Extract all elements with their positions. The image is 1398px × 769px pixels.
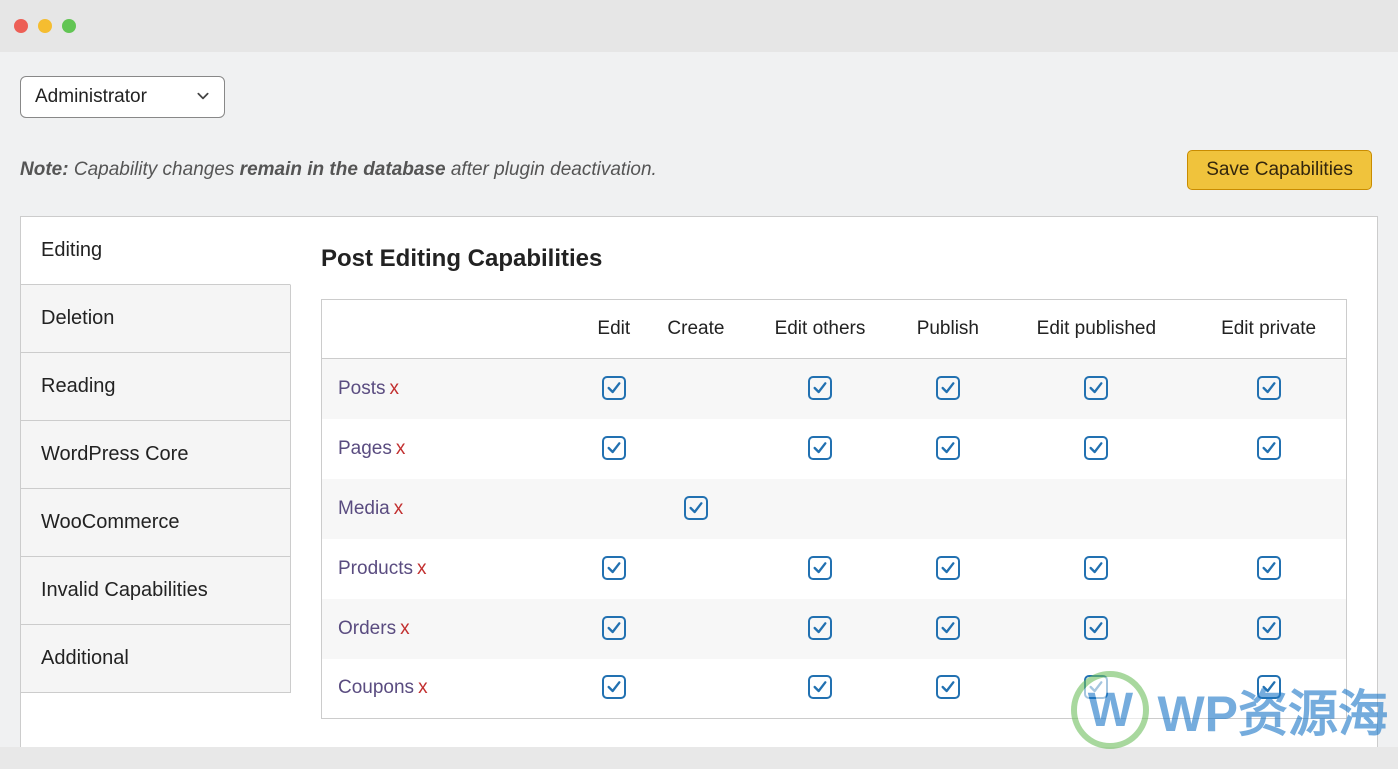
capability-checkbox[interactable]	[1257, 376, 1281, 400]
col-edit-published: Edit published	[1002, 300, 1192, 359]
table-row: Pagesx	[322, 419, 1347, 479]
role-selector[interactable]: Administrator	[20, 76, 225, 118]
capabilities-panel: EditingDeletionReadingWordPress CoreWooC…	[20, 216, 1378, 747]
clear-row-button[interactable]: x	[390, 378, 400, 399]
role-selector-value: Administrator	[35, 86, 147, 108]
clear-row-button[interactable]: x	[400, 618, 410, 639]
capability-checkbox[interactable]	[808, 675, 832, 699]
capability-checkbox[interactable]	[602, 616, 626, 640]
tab-additional[interactable]: Additional	[21, 625, 291, 693]
chevron-down-icon	[196, 89, 210, 106]
table-row: Ordersx	[322, 599, 1347, 659]
capability-checkbox[interactable]	[684, 496, 708, 520]
col-edit: Edit	[582, 300, 647, 359]
tab-editing[interactable]: Editing	[21, 217, 291, 285]
table-row: Postsx	[322, 359, 1347, 419]
row-label-products[interactable]: Products	[338, 558, 413, 579]
row-label-coupons[interactable]: Coupons	[338, 677, 414, 698]
window-titlebar	[0, 0, 1398, 52]
row-label-media[interactable]: Media	[338, 498, 390, 519]
capability-checkbox[interactable]	[936, 616, 960, 640]
table-row: Productsx	[322, 539, 1347, 599]
col-edit-private: Edit private	[1191, 300, 1346, 359]
capability-checkbox[interactable]	[1084, 675, 1108, 699]
capability-checkbox[interactable]	[1084, 376, 1108, 400]
capability-checkbox[interactable]	[602, 675, 626, 699]
capability-tabs: EditingDeletionReadingWordPress CoreWooC…	[21, 217, 291, 747]
col-publish: Publish	[894, 300, 1001, 359]
capability-checkbox[interactable]	[936, 556, 960, 580]
table-row: Couponsx	[322, 659, 1347, 719]
content-title: Post Editing Capabilities	[321, 245, 1347, 273]
clear-row-button[interactable]: x	[417, 558, 427, 579]
row-label-posts[interactable]: Posts	[338, 378, 386, 399]
tab-invalid-capabilities[interactable]: Invalid Capabilities	[21, 557, 291, 625]
col-create: Create	[646, 300, 746, 359]
tab-reading[interactable]: Reading	[21, 353, 291, 421]
save-capabilities-button[interactable]: Save Capabilities	[1187, 150, 1372, 190]
clear-row-button[interactable]: x	[396, 438, 406, 459]
capability-checkbox[interactable]	[1084, 556, 1108, 580]
window-minimize-button[interactable]	[38, 19, 52, 33]
capability-checkbox[interactable]	[602, 556, 626, 580]
capability-checkbox[interactable]	[808, 436, 832, 460]
tab-woocommerce[interactable]: WooCommerce	[21, 489, 291, 557]
capability-checkbox[interactable]	[1257, 436, 1281, 460]
capability-checkbox[interactable]	[602, 436, 626, 460]
capability-checkbox[interactable]	[1257, 675, 1281, 699]
tab-deletion[interactable]: Deletion	[21, 285, 291, 353]
clear-row-button[interactable]: x	[394, 498, 404, 519]
capability-checkbox[interactable]	[1084, 616, 1108, 640]
col-edit-others: Edit others	[746, 300, 894, 359]
capability-checkbox[interactable]	[1257, 616, 1281, 640]
table-row: Mediax	[322, 479, 1347, 539]
capability-checkbox[interactable]	[602, 376, 626, 400]
capability-checkbox[interactable]	[808, 376, 832, 400]
capabilities-content: Post Editing Capabilities EditCreateEdit…	[291, 217, 1377, 747]
capability-checkbox[interactable]	[1257, 556, 1281, 580]
capability-checkbox[interactable]	[808, 556, 832, 580]
capability-checkbox[interactable]	[1084, 436, 1108, 460]
note-text: Note: Capability changes remain in the d…	[20, 159, 657, 181]
capability-checkbox[interactable]	[936, 436, 960, 460]
window-maximize-button[interactable]	[62, 19, 76, 33]
capability-checkbox[interactable]	[936, 376, 960, 400]
capabilities-table: EditCreateEdit othersPublishEdit publish…	[321, 299, 1347, 719]
row-label-orders[interactable]: Orders	[338, 618, 396, 639]
window-close-button[interactable]	[14, 19, 28, 33]
capability-checkbox[interactable]	[808, 616, 832, 640]
tab-wordpress-core[interactable]: WordPress Core	[21, 421, 291, 489]
col-label	[322, 300, 582, 359]
clear-row-button[interactable]: x	[418, 677, 428, 698]
capability-checkbox[interactable]	[936, 675, 960, 699]
row-label-pages[interactable]: Pages	[338, 438, 392, 459]
